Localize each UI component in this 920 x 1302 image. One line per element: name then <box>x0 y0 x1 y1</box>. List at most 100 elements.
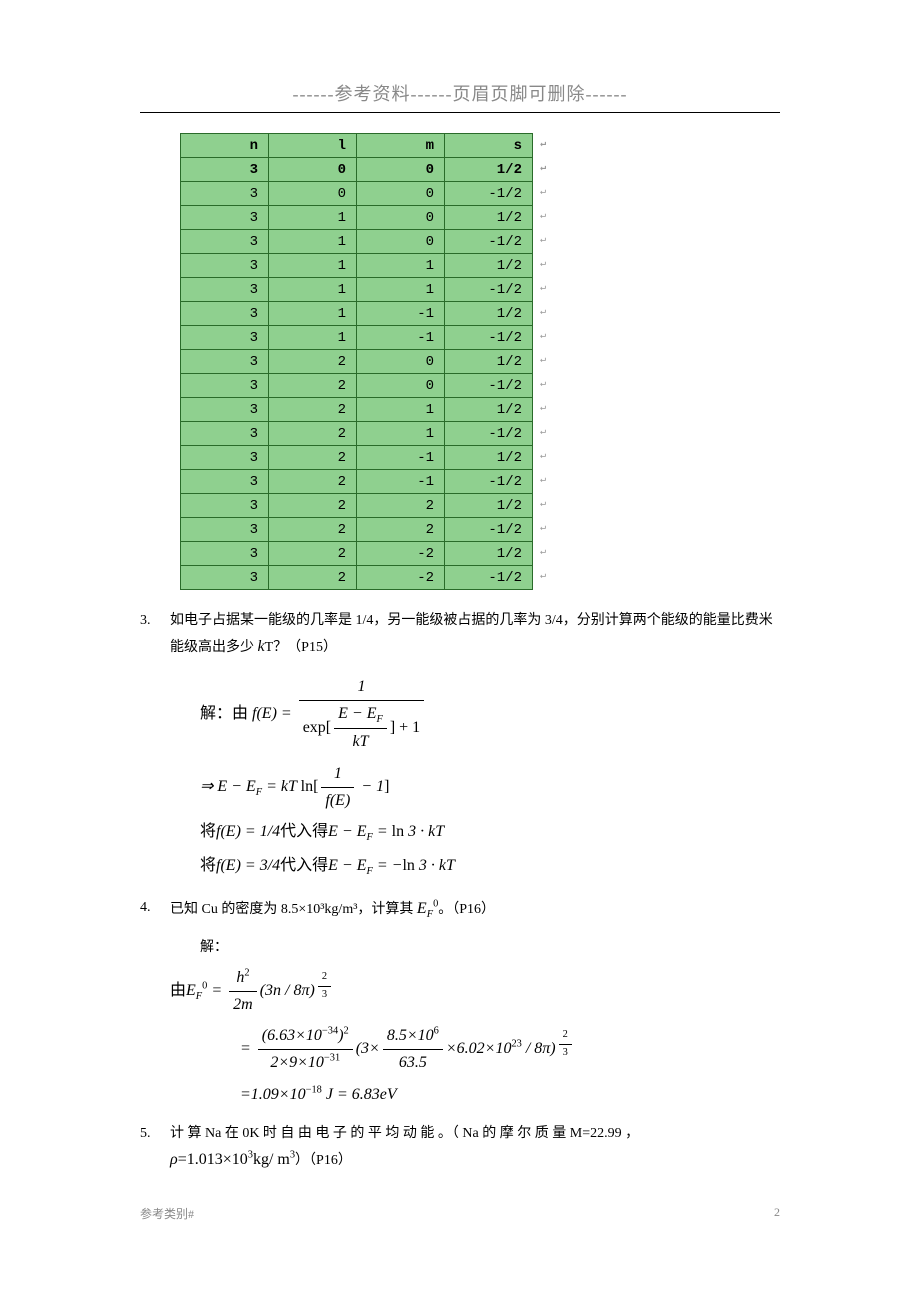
table-cell: 2 <box>357 518 445 542</box>
header-rule <box>140 112 780 113</box>
table-cell: 1 <box>269 326 357 350</box>
table-row: 322-1/2 <box>181 518 533 542</box>
table-cell: 3 <box>181 518 269 542</box>
table-cell: -1/2 <box>445 326 533 350</box>
p3-eq4: 将f(E) = 3/4代入得E − EF = −ln 3 · kT <box>200 853 780 881</box>
problem-4: 4. 已知 Cu 的密度为 8.5×10³kg/m³，计算其 EF0。（P16） <box>140 895 780 925</box>
problem-text: 计 算 Na 在 0K 时 自 由 电 子 的 平 均 动 能 。（ Na 的 … <box>170 1121 780 1175</box>
table-cell: 1 <box>269 206 357 230</box>
table-cell: -1/2 <box>445 182 533 206</box>
table-cell: 1 <box>269 230 357 254</box>
table-cell: 0 <box>357 182 445 206</box>
table-cell: -1/2 <box>445 230 533 254</box>
table-cell: 3 <box>181 422 269 446</box>
table-row: 311-1/2 <box>181 278 533 302</box>
table-cell: 2 <box>269 494 357 518</box>
footer-page-number: 2 <box>774 1205 780 1222</box>
table-cell: 0 <box>269 158 357 182</box>
table-cell: -1/2 <box>445 374 533 398</box>
table-cell: 2 <box>269 398 357 422</box>
table-cell: 1 <box>357 398 445 422</box>
p4-eq1: 由EF0 = h22m(3n / 8π)23 <box>170 965 780 1017</box>
table-cell: -1/2 <box>445 422 533 446</box>
table-cell: 1/2 <box>445 254 533 278</box>
col-m: m <box>357 134 445 158</box>
p4-text-a: 已知 Cu 的密度为 8.5×10³kg/m³，计算其 <box>170 902 417 917</box>
table-cell: 1/2 <box>445 206 533 230</box>
table-row: 3111/2 <box>181 254 533 278</box>
table-cell: 2 <box>269 374 357 398</box>
table-cell: 0 <box>269 182 357 206</box>
table-row: 32-11/2 <box>181 446 533 470</box>
table-cell: 3 <box>181 470 269 494</box>
table-cell: 3 <box>181 182 269 206</box>
table-cell: 1 <box>357 422 445 446</box>
problem-5: 5. 计 算 Na 在 0K 时 自 由 电 子 的 平 均 动 能 。（ Na… <box>140 1121 780 1175</box>
table-row: 31-11/2 <box>181 302 533 326</box>
p4-eq3: =1.09×10−18 J = 6.83eV <box>200 1082 780 1108</box>
col-s: s <box>445 134 533 158</box>
table-row: 3211/2 <box>181 398 533 422</box>
table-cell: 2 <box>269 542 357 566</box>
table-cell: 3 <box>181 446 269 470</box>
table-row: 31-1-1/2 <box>181 326 533 350</box>
problem-text: 如电子占据某一能级的几率是 1/4，另一能级被占据的几率为 3/4，分别计算两个… <box>170 608 780 662</box>
p3-eq2: ⇒ E − EF = kT ln[1f(E) − 1] <box>200 761 780 813</box>
p5-text-a: 计 算 Na 在 0K 时 自 由 电 子 的 平 均 动 能 。（ Na 的 … <box>170 1121 780 1146</box>
table-cell: 2 <box>269 470 357 494</box>
table-cell: 2 <box>269 446 357 470</box>
table-row: 32-2-1/2 <box>181 566 533 590</box>
table-cell: 3 <box>181 206 269 230</box>
table-cell: 3 <box>181 158 269 182</box>
table-cell: 1 <box>269 254 357 278</box>
table-cell: 1/2 <box>445 542 533 566</box>
table-cell: -1 <box>357 446 445 470</box>
table-row: 32-1-1/2 <box>181 470 533 494</box>
p4-eq2: = (6.63×10−34)22×9×10−31(3×8.5×10663.5×6… <box>200 1023 780 1075</box>
table-cell: -2 <box>357 566 445 590</box>
table-cell: 1/2 <box>445 350 533 374</box>
header-note: ------参考资料------页眉页脚可删除------ <box>140 80 780 106</box>
col-l: l <box>269 134 357 158</box>
solution-4: 解： 由EF0 = h22m(3n / 8π)23 = (6.63×10−34)… <box>200 937 780 1107</box>
p3-eq3: 将f(E) = 1/4代入得E − EF = ln 3 · kT <box>200 819 780 847</box>
table-cell: 0 <box>357 158 445 182</box>
table-cell: 3 <box>181 494 269 518</box>
table-row: 321-1/2 <box>181 422 533 446</box>
table-cell: 3 <box>181 230 269 254</box>
table-cell: 3 <box>181 398 269 422</box>
page-footer: 参考类别# 2 <box>140 1205 780 1222</box>
problem-number: 3. <box>140 608 170 662</box>
sol-label: 解：由 <box>200 705 248 722</box>
problem-number: 4. <box>140 895 170 925</box>
table-cell: 1/2 <box>445 158 533 182</box>
table-cell: 1/2 <box>445 494 533 518</box>
table-row: 3221/2 <box>181 494 533 518</box>
table-cell: 3 <box>181 254 269 278</box>
table-cell: 2 <box>269 422 357 446</box>
problem-3: 3. 如电子占据某一能级的几率是 1/4，另一能级被占据的几率为 3/4，分别计… <box>140 608 780 662</box>
table-cell: 2 <box>269 518 357 542</box>
table-cell: 2 <box>357 494 445 518</box>
table-header-row: n l m s <box>181 134 533 158</box>
table-row: 3001/2 <box>181 158 533 182</box>
problem-number: 5. <box>140 1121 170 1175</box>
p3-text-b: T？（P15） <box>265 640 337 655</box>
table-cell: 1/2 <box>445 302 533 326</box>
solution-3: 解：由 f(E) = 1exp[E − EFkT] + 1 ⇒ E − EF =… <box>200 674 780 881</box>
table-cell: 1 <box>269 278 357 302</box>
table-cell: -2 <box>357 542 445 566</box>
table-cell: 0 <box>357 206 445 230</box>
table-cell: 3 <box>181 326 269 350</box>
table-row: 300-1/2 <box>181 182 533 206</box>
table-cell: -1/2 <box>445 470 533 494</box>
table-cell: 3 <box>181 350 269 374</box>
table-row: 32-21/2 <box>181 542 533 566</box>
table-cell: 1 <box>269 302 357 326</box>
table-cell: 3 <box>181 302 269 326</box>
footer-left: 参考类别# <box>140 1205 194 1222</box>
table-cell: 1/2 <box>445 398 533 422</box>
table-row: 320-1/2 <box>181 374 533 398</box>
table-cell: 2 <box>269 350 357 374</box>
implies: ⇒ <box>200 778 217 795</box>
